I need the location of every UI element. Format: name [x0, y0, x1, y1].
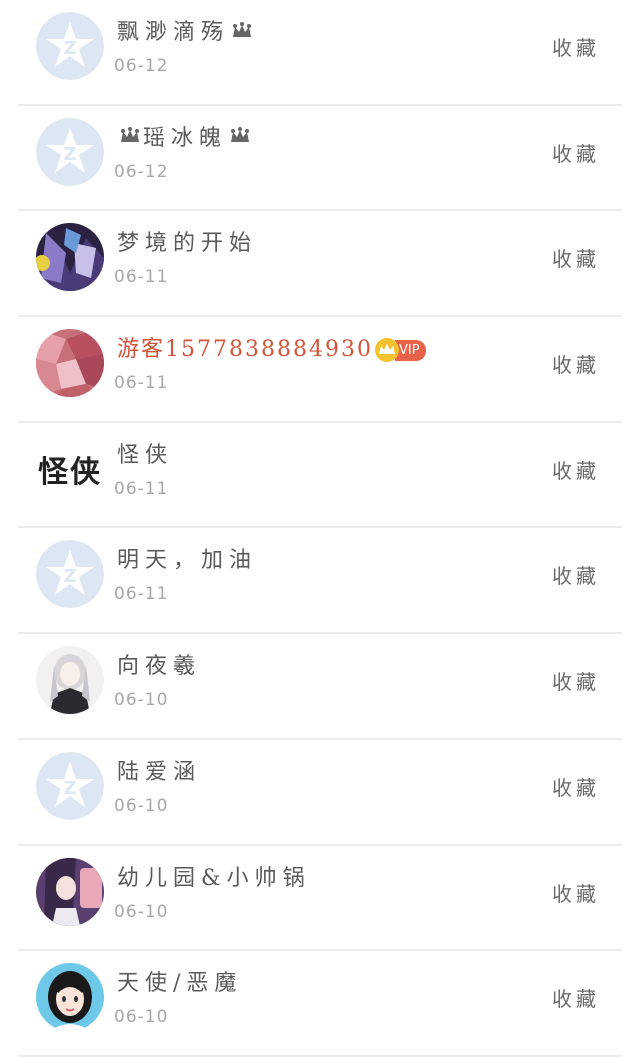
svg-text:Z: Z	[63, 38, 76, 59]
date: 06-11	[114, 478, 169, 499]
svg-text:Z: Z	[63, 144, 76, 165]
avatar[interactable]: Z	[36, 540, 104, 609]
crown-icon	[231, 21, 253, 46]
favorites-list: Z 飘渺滴殇 06-12 收藏 Z 瑶冰魄 06-12 收藏 梦境的开始 06-…	[0, 0, 640, 1057]
date: 06-10	[114, 901, 169, 922]
list-item[interactable]: 幼儿园&小帅锅 06-10 收藏	[18, 846, 622, 952]
date: 06-12	[114, 56, 169, 76]
avatar[interactable]	[36, 223, 104, 292]
favorite-button[interactable]: 收藏	[552, 455, 600, 484]
user-name: 怪侠	[117, 442, 174, 468]
user-name: 游客1577838884930 VIP	[117, 331, 426, 363]
avatar[interactable]	[36, 857, 104, 926]
date: 06-10	[114, 795, 169, 816]
favorite-button[interactable]: 收藏	[552, 560, 600, 589]
user-name: 梦境的开始	[117, 231, 258, 257]
vip-badge: VIP	[394, 339, 426, 361]
favorite-button[interactable]: 收藏	[552, 666, 600, 695]
date: 06-11	[114, 584, 169, 605]
list-item[interactable]: 向夜羲 06-10 收藏	[18, 634, 622, 740]
user-name: 幼儿园&小帅锅	[117, 865, 311, 891]
list-item[interactable]: 游客1577838884930 VIP 06-11 收藏	[18, 317, 622, 423]
avatar[interactable]: Z	[36, 12, 104, 80]
avatar[interactable]	[36, 963, 104, 1032]
avatar[interactable]	[36, 329, 104, 398]
crown-icon	[119, 126, 141, 151]
crown-icon	[229, 126, 251, 151]
favorite-button[interactable]: 收藏	[552, 349, 600, 378]
date: 06-12	[114, 161, 169, 182]
date: 06-11	[114, 373, 169, 394]
user-name: 明天，加油	[117, 548, 258, 574]
user-name: 瑶冰魄	[117, 120, 253, 152]
date: 06-10	[114, 690, 169, 711]
favorite-button[interactable]: 收藏	[552, 878, 600, 907]
favorite-button[interactable]: 收藏	[552, 32, 600, 61]
favorite-button[interactable]: 收藏	[552, 243, 600, 272]
list-item[interactable]: Z 陆爱涵 06-10 收藏	[18, 740, 622, 846]
user-name: 陆爱涵	[117, 759, 202, 785]
avatar[interactable]: Z	[36, 751, 104, 820]
list-item[interactable]: 天使/恶魔 06-10 收藏	[18, 951, 622, 1057]
date: 06-10	[114, 1007, 169, 1028]
favorite-button[interactable]: 收藏	[552, 983, 600, 1012]
list-item[interactable]: Z 瑶冰魄 06-12 收藏	[18, 106, 622, 212]
favorite-button[interactable]: 收藏	[552, 772, 600, 801]
list-item[interactable]: 怪侠 怪侠 06-11 收藏	[18, 423, 622, 529]
list-item[interactable]: Z 明天，加油 06-11 收藏	[18, 528, 622, 635]
date: 06-11	[114, 267, 169, 288]
vip-crown-icon	[374, 338, 399, 363]
user-name: 向夜羲	[117, 654, 202, 680]
avatar[interactable]: 怪侠	[36, 434, 104, 503]
user-name: 飘渺滴殇	[117, 14, 255, 46]
user-name: 天使/恶魔	[117, 971, 243, 997]
favorite-button[interactable]: 收藏	[552, 138, 600, 167]
svg-text:Z: Z	[63, 566, 76, 587]
svg-text:Z: Z	[63, 778, 76, 799]
avatar[interactable]: Z	[36, 117, 104, 186]
list-item[interactable]: Z 飘渺滴殇 06-12 收藏	[18, 0, 622, 106]
calligraphy-logo: 怪侠	[36, 434, 104, 503]
avatar[interactable]	[36, 646, 104, 715]
list-item[interactable]: 梦境的开始 06-11 收藏	[18, 211, 622, 318]
